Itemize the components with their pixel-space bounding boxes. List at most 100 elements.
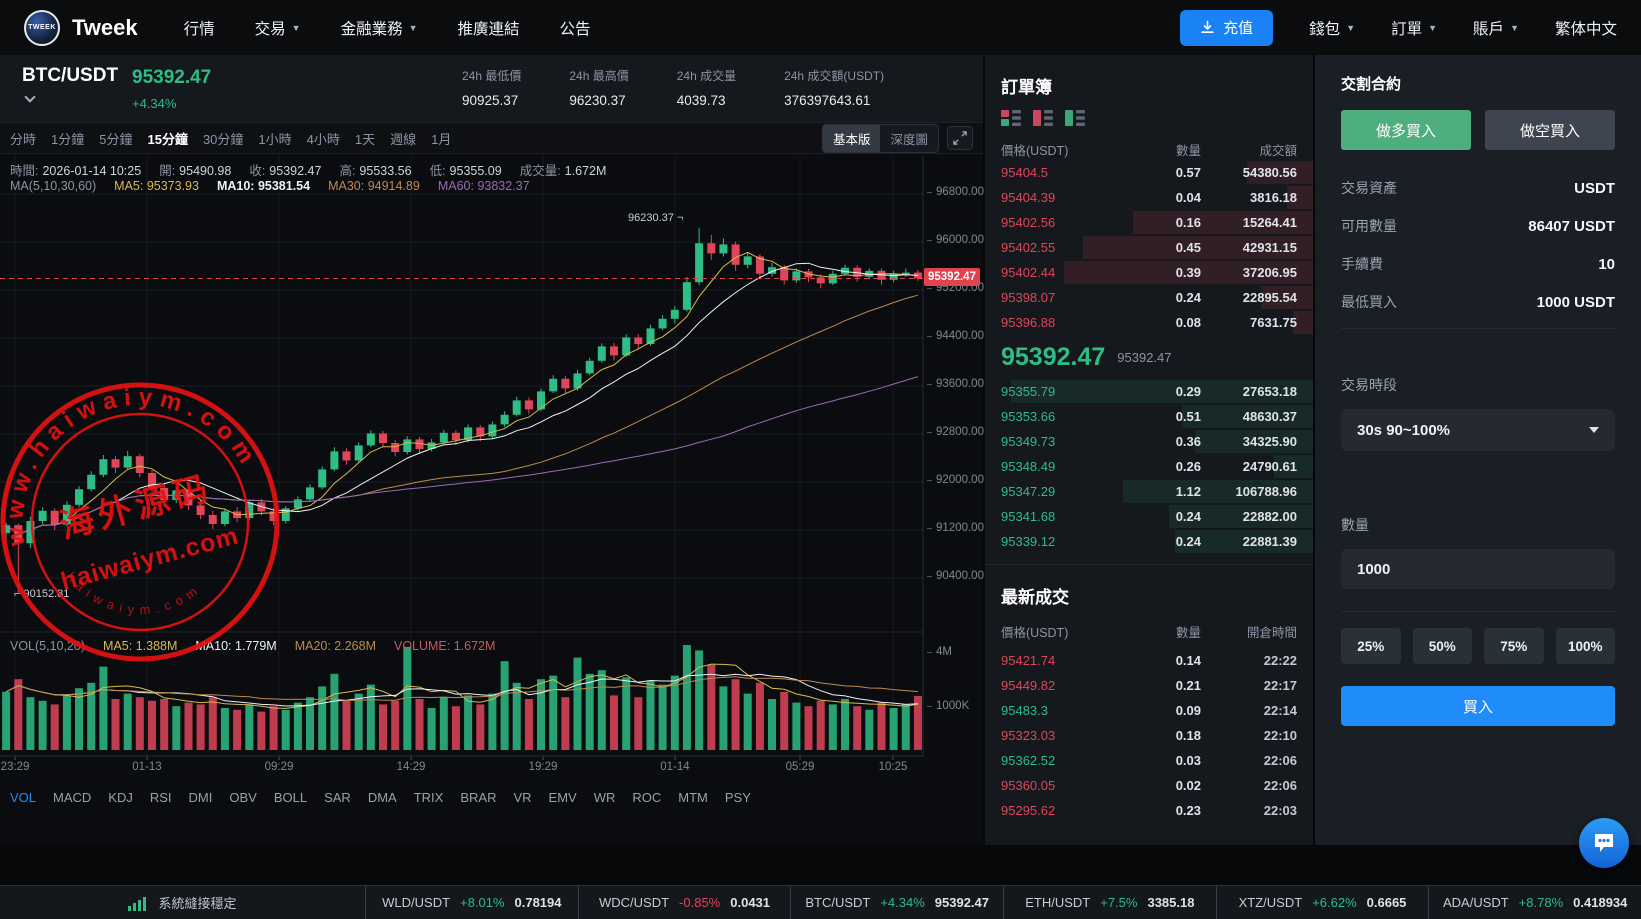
book-qty: 0.24 [1137,290,1201,305]
nav-item-3[interactable]: 金融業務▼ [341,17,418,39]
brand-logo-text: TWEEK [28,24,56,31]
order-book-row[interactable]: 95353.660.5148630.37 [985,404,1313,429]
order-book-row[interactable]: 95402.550.4542931.15 [985,235,1313,260]
ohlc-label: 高: [339,164,355,178]
book-amount: 7631.75 [1201,315,1297,330]
indicator-brar[interactable]: BRAR [460,790,496,805]
book-qty: 0.04 [1137,190,1201,205]
buy-button[interactable]: 買入 [1341,686,1615,726]
book-qty: 0.24 [1137,534,1201,549]
indicator-roc[interactable]: ROC [632,790,661,805]
indicator-boll[interactable]: BOLL [274,790,307,805]
percent-button-100[interactable]: 100% [1556,628,1616,664]
symbol-selector[interactable]: BTC/USDT [22,65,118,106]
nav-item-1[interactable]: 行情 [184,17,215,39]
order-book-row[interactable]: 95348.490.2624790.61 [985,454,1313,479]
nav-item-5[interactable]: 公告 [560,17,591,39]
timeframe-5分鐘[interactable]: 5分鐘 [99,129,132,148]
download-icon [1200,20,1215,35]
book-qty: 0.16 [1137,215,1201,230]
nav-dropdown-3[interactable]: 賬戶▼ [1473,17,1519,39]
timeframe-1天[interactable]: 1天 [355,129,375,148]
order-book-row[interactable]: 95404.390.043816.18 [985,185,1313,210]
book-view-bids-icon[interactable] [1065,110,1085,126]
daily-stats: 24h 最低價90925.3724h 最高價96230.3724h 成交量403… [462,67,884,108]
indicator-sar[interactable]: SAR [324,790,351,805]
order-book-row[interactable]: 95402.440.3937206.95 [985,260,1313,285]
order-book-row[interactable]: 95402.560.1615264.41 [985,210,1313,235]
indicator-psy[interactable]: PSY [725,790,751,805]
tab-depth-view[interactable]: 深度圖 [880,125,938,152]
book-amount: 106788.96 [1201,484,1297,499]
book-price: 95353.66 [1001,409,1137,424]
indicator-vr[interactable]: VR [513,790,531,805]
ticker-item[interactable]: XTZ/USDT+6.62%0.6665 [1216,886,1429,919]
ticker-item[interactable]: ADA/USDT+8.78%0.418934 [1428,886,1641,919]
field-label: 交易資產 [1341,178,1397,198]
amount-input[interactable] [1341,549,1615,589]
percent-button-75[interactable]: 75% [1484,628,1544,664]
order-book-row[interactable]: 95347.291.12106788.96 [985,479,1313,504]
nav-item-label: 金融業務 [341,17,403,39]
buy-long-button[interactable]: 做多買入 [1341,110,1471,150]
stat-value: 96230.37 [569,93,628,108]
recharge-button[interactable]: 充值 [1180,10,1273,46]
percent-button-50[interactable]: 50% [1413,628,1473,664]
order-book-row[interactable]: 95341.680.2422882.00 [985,504,1313,529]
ticker-item[interactable]: WLD/USDT+8.01%0.78194 [365,886,578,919]
daily-stat: 24h 成交量4039.73 [677,67,736,108]
trade-price: 95449.82 [1001,678,1137,693]
indicator-macd[interactable]: MACD [53,790,91,805]
indicator-trix[interactable]: TRIX [414,790,444,805]
timeframe-bar: 分時 1分鐘 5分鐘 15分鐘 30分鐘 1小時 4小時 1天週線 1月 基本版 深度圖 [0,122,983,154]
timeframe-1分鐘[interactable]: 1分鐘 [51,129,84,148]
percent-button-25[interactable]: 25% [1341,628,1401,664]
ticker-item[interactable]: WDC/USDT-0.85%0.0431 [578,886,791,919]
order-book-row[interactable]: 95398.070.2422895.54 [985,285,1313,310]
indicator-vol[interactable]: VOL [10,790,36,805]
timeframe-1小時[interactable]: 1小時 [258,129,291,148]
ticker-price: 0.6665 [1367,895,1407,910]
chevron-down-icon: ▼ [292,23,301,33]
fullscreen-button[interactable] [947,126,973,150]
nav-dropdown-2[interactable]: 訂單▼ [1391,17,1437,39]
book-view-both-icon[interactable] [1001,110,1021,126]
book-view-asks-icon[interactable] [1033,110,1053,126]
brand-logo[interactable]: TWEEK [24,10,60,46]
ticker-item[interactable]: ETH/USDT+7.5%3385.18 [1003,886,1216,919]
timeframe-30分鐘[interactable]: 30分鐘 [203,129,243,148]
order-book-row[interactable]: 95404.50.5754380.56 [985,160,1313,185]
order-book-row[interactable]: 95396.880.087631.75 [985,310,1313,335]
indicator-rsi[interactable]: RSI [150,790,172,805]
indicator-dma[interactable]: DMA [368,790,397,805]
indicator-emv[interactable]: EMV [549,790,577,805]
timeframe-15分鐘[interactable]: 15分鐘 [147,129,187,148]
nav-item-4[interactable]: 推廣連結 [458,17,520,39]
order-book-row[interactable]: 95355.790.2927653.18 [985,379,1313,404]
order-book-row[interactable]: 95339.120.2422881.39 [985,529,1313,554]
timeframe-分時[interactable]: 分時 [10,129,36,148]
indicator-mtm[interactable]: MTM [678,790,708,805]
indicator-wr[interactable]: WR [594,790,616,805]
language-switcher[interactable]: 繁体中文 [1555,17,1617,39]
indicator-obv[interactable]: OBV [229,790,256,805]
timeframe-1月[interactable]: 1月 [431,129,451,148]
session-select[interactable]: 30s 90~100% [1341,409,1615,451]
timeframe-4小時[interactable]: 4小時 [307,129,340,148]
indicator-kdj[interactable]: KDJ [108,790,133,805]
timeframe-週線[interactable]: 週線 [390,129,416,148]
tab-basic-view[interactable]: 基本版 [823,125,881,152]
nav-item-2[interactable]: 交易▼ [255,17,301,39]
mid-price-secondary: 95392.47 [1117,350,1171,365]
ticker-pair: ADA/USDT [1443,895,1509,910]
sell-short-button[interactable]: 做空買入 [1485,110,1615,150]
field-label: 可用數量 [1341,216,1397,236]
indicator-dmi[interactable]: DMI [189,790,213,805]
ticker-item[interactable]: BTC/USDT+4.34%95392.47 [790,886,1003,919]
divider [1341,611,1615,612]
price-change: +4.34% [132,96,211,111]
order-book-row[interactable]: 95349.730.3634325.90 [985,429,1313,454]
support-chat-button[interactable] [1579,818,1629,868]
nav-dropdown-1[interactable]: 錢包▼ [1309,17,1355,39]
candlestick-chart[interactable] [0,156,924,820]
